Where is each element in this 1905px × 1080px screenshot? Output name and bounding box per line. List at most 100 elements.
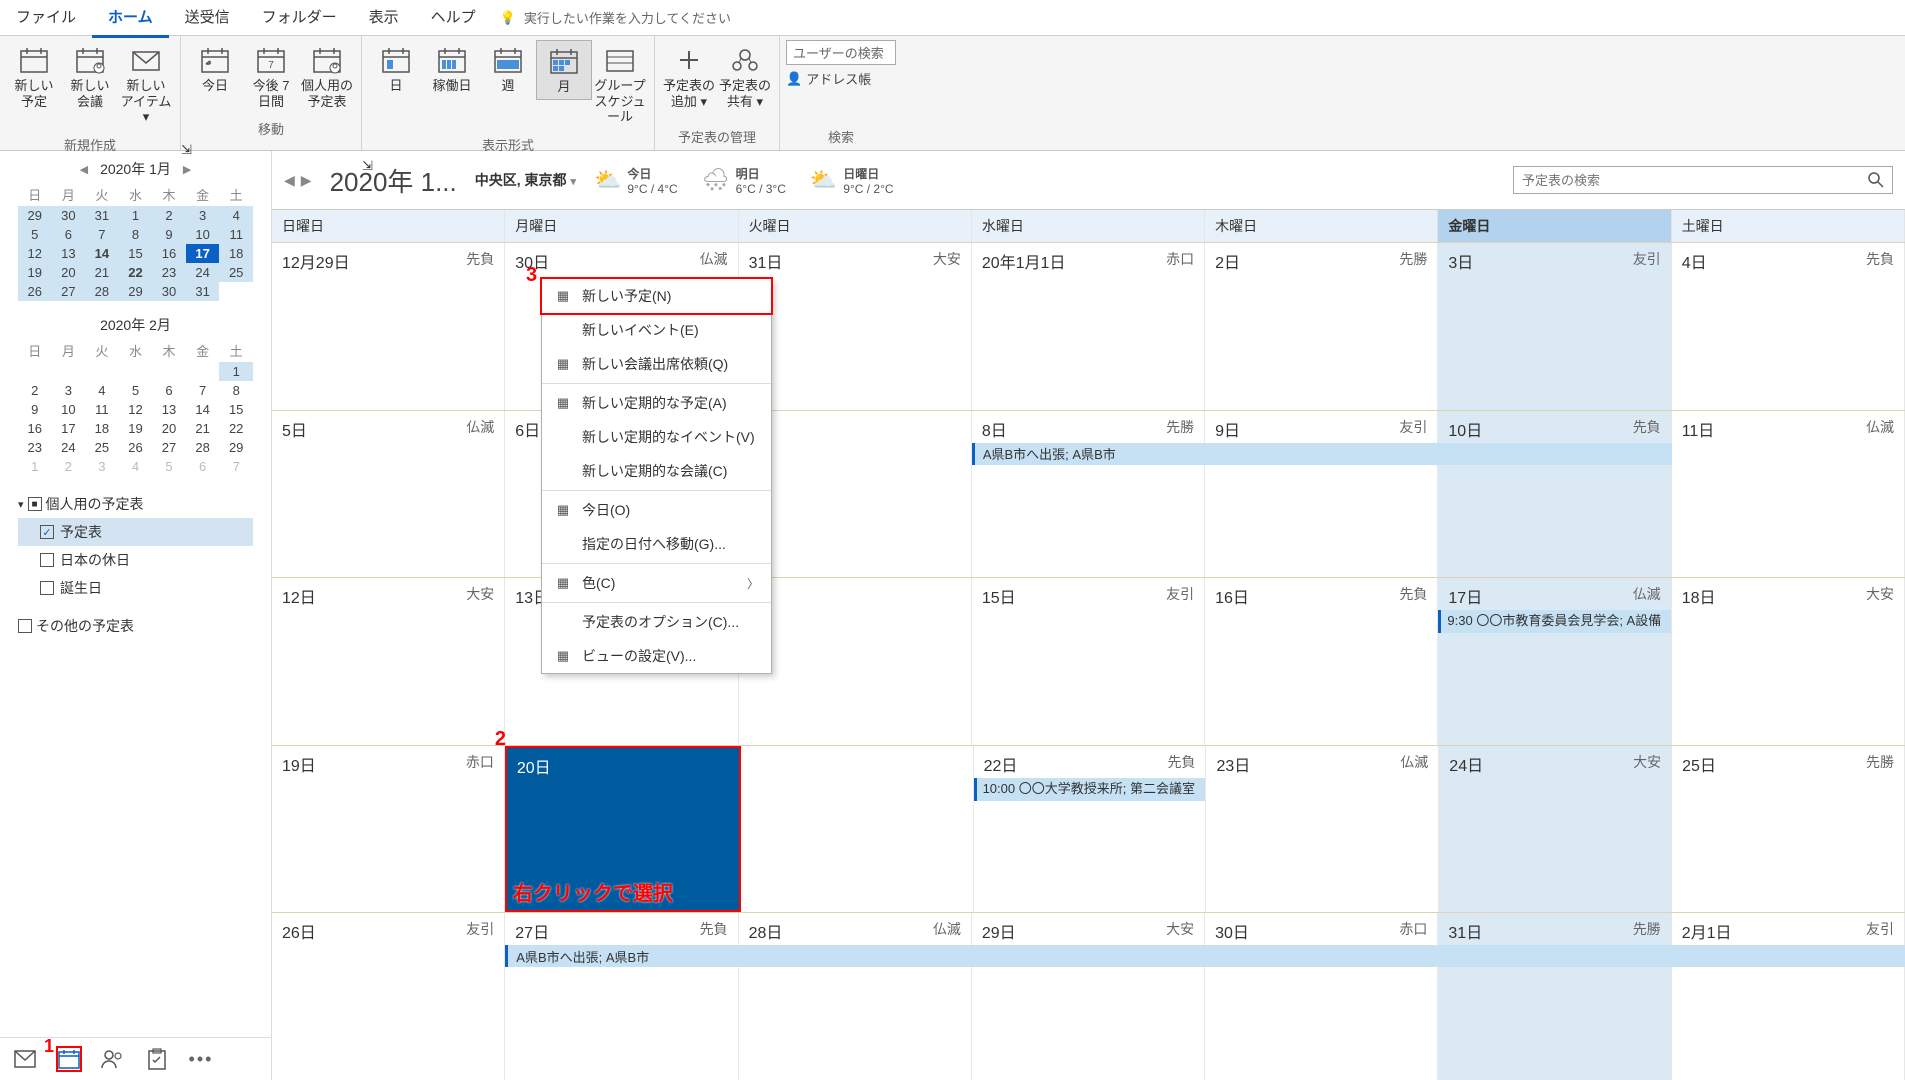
day-cell[interactable]: 25日先勝	[1672, 746, 1905, 913]
mini-cal-day[interactable]: 28	[186, 438, 220, 457]
day-view[interactable]: 日	[368, 40, 424, 98]
mini-cal-day[interactable]: 15	[219, 400, 253, 419]
week-view[interactable]: 週	[480, 40, 536, 98]
day-cell[interactable]: 23日仏滅	[1206, 746, 1439, 913]
mini-cal-day[interactable]: 10	[186, 225, 220, 244]
context-menu[interactable]: ▦新しい予定(N)新しいイベント(E)▦新しい会議出席依頼(Q)▦新しい定期的な…	[541, 278, 772, 674]
mini-cal-day[interactable]: 26	[18, 282, 52, 301]
mini-calendar-feb[interactable]: 2020年 2月日月火水木金土1234567891011121314151617…	[18, 315, 253, 476]
mini-cal-day[interactable]: 16	[18, 419, 52, 438]
day-cell[interactable]: 5日仏滅	[272, 411, 505, 578]
today[interactable]: 今日	[187, 40, 243, 98]
mini-cal-day[interactable]: 14	[85, 244, 119, 263]
day-cell[interactable]: 28日仏滅	[739, 913, 972, 1080]
weather-1[interactable]: 🌨明日6°C / 3°C	[702, 165, 786, 196]
mini-cal-day[interactable]: 23	[18, 438, 52, 457]
new-items[interactable]: 新しい アイテム ▾	[118, 40, 174, 129]
calendar-nav-icon[interactable]	[56, 1046, 82, 1072]
search-icon[interactable]	[1868, 172, 1884, 188]
context-menu-item[interactable]: ▦色(C)〉	[542, 566, 771, 600]
mini-cal-day[interactable]: 6	[186, 457, 220, 476]
context-menu-item[interactable]: ▦ビューの設定(V)...	[542, 639, 771, 673]
month-view[interactable]: 月	[536, 40, 592, 100]
checkbox-icon[interactable]	[40, 553, 54, 567]
calendar-item[interactable]: 誕生日	[18, 574, 253, 602]
prev-period-button[interactable]: ◀	[284, 172, 295, 189]
mini-cal-day[interactable]: 9	[18, 400, 52, 419]
menu-tab-ファイル[interactable]: ファイル	[0, 0, 92, 38]
mini-cal-day[interactable]: 18	[219, 244, 253, 263]
calendar-event[interactable]: 9:30 〇〇市教育委員会見学会; A設備	[1438, 610, 1670, 633]
mini-cal-day[interactable]: 25	[85, 438, 119, 457]
mini-cal-day[interactable]: 14	[186, 400, 220, 419]
mini-cal-day[interactable]: 15	[119, 244, 153, 263]
checkbox-icon[interactable]	[40, 581, 54, 595]
mini-cal-day[interactable]: 5	[18, 225, 52, 244]
day-cell[interactable]: 24日大安	[1439, 746, 1672, 913]
mini-cal-day[interactable]: 17	[52, 419, 86, 438]
day-cell[interactable]: 3日友引	[1438, 243, 1671, 410]
mini-cal-day[interactable]: 25	[219, 263, 253, 282]
calendar-group-personal[interactable]: ▾ ■ 個人用の予定表	[18, 490, 253, 518]
menu-tab-フォルダー[interactable]: フォルダー	[246, 0, 353, 38]
mini-calendar-jan[interactable]: ◀2020年 1月▶日月火水木金土29303112345678910111213…	[18, 159, 253, 301]
calendar-span-event[interactable]: A県B市へ出張; A県B市	[972, 443, 1672, 465]
more-nav-icon[interactable]: •••	[188, 1046, 214, 1072]
mini-cal-day[interactable]: 23	[152, 263, 186, 282]
day-cell[interactable]: 12日大安	[272, 578, 505, 745]
mini-cal-day[interactable]: 12	[18, 244, 52, 263]
mini-cal-day[interactable]: 13	[52, 244, 86, 263]
mini-cal-day[interactable]: 30	[152, 282, 186, 301]
context-menu-item[interactable]: 新しいイベント(E)	[542, 313, 771, 347]
user-search-input[interactable]: ユーザーの検索	[786, 40, 896, 65]
day-cell[interactable]: 8日先勝	[972, 411, 1205, 578]
add-calendar[interactable]: 予定表の 追加 ▾	[661, 40, 717, 113]
mini-cal-day[interactable]: 12	[119, 400, 153, 419]
day-cell[interactable]: 15日友引	[972, 578, 1205, 745]
share-calendar[interactable]: 予定表の 共有 ▾	[717, 40, 773, 113]
new-appointment[interactable]: 新しい 予定	[6, 40, 62, 113]
menu-tab-ヘルプ[interactable]: ヘルプ	[415, 0, 492, 38]
mini-cal-day[interactable]: 18	[85, 419, 119, 438]
next-month-icon[interactable]: ▶	[177, 163, 197, 176]
weather-0[interactable]: ⛅今日9°C / 4°C	[594, 165, 678, 196]
mini-cal-day[interactable]: 2	[152, 206, 186, 225]
menu-tab-送受信[interactable]: 送受信	[169, 0, 246, 38]
context-menu-item[interactable]: ▦新しい会議出席依頼(Q)	[542, 347, 771, 381]
weather-2[interactable]: ⛅日曜日9°C / 2°C	[810, 165, 894, 196]
mini-cal-day[interactable]	[52, 362, 86, 381]
mini-cal-day[interactable]: 24	[52, 438, 86, 457]
context-menu-item[interactable]: 新しい定期的なイベント(V)	[542, 420, 771, 454]
mini-cal-day[interactable]: 9	[152, 225, 186, 244]
mini-cal-day[interactable]: 11	[85, 400, 119, 419]
day-cell[interactable]: 19日赤口	[272, 746, 505, 913]
day-cell[interactable]: 11日仏滅	[1672, 411, 1905, 578]
context-menu-item[interactable]: 予定表のオプション(C)...	[542, 605, 771, 639]
mini-cal-day[interactable]: 24	[186, 263, 220, 282]
mini-cal-day[interactable]	[18, 362, 52, 381]
mini-cal-day[interactable]: 3	[52, 381, 86, 400]
mini-cal-day[interactable]: 5	[152, 457, 186, 476]
mini-cal-day[interactable]	[119, 362, 153, 381]
day-cell[interactable]: 17日仏滅9:30 〇〇市教育委員会見学会; A設備	[1438, 578, 1671, 745]
day-cell[interactable]: 16日先負	[1205, 578, 1438, 745]
context-menu-item[interactable]: ▦新しい予定(N)	[540, 277, 773, 315]
day-cell[interactable]: 10日先負	[1438, 411, 1671, 578]
calendar-search[interactable]	[1513, 166, 1893, 194]
group-schedule[interactable]: グループ スケジュール	[592, 40, 648, 129]
mini-cal-day[interactable]: 7	[85, 225, 119, 244]
mini-cal-day[interactable]: 4	[219, 206, 253, 225]
mini-cal-day[interactable]: 6	[52, 225, 86, 244]
checkbox-icon[interactable]	[18, 619, 32, 633]
mini-cal-day[interactable]: 21	[85, 263, 119, 282]
mini-cal-day[interactable]: 19	[119, 419, 153, 438]
workweek-view[interactable]: 稼働日	[424, 40, 480, 98]
mini-cal-day[interactable]	[152, 362, 186, 381]
menu-tab-表示[interactable]: 表示	[353, 0, 415, 38]
calendar-search-input[interactable]	[1522, 173, 1868, 188]
new-meeting[interactable]: 新しい 会議	[62, 40, 118, 113]
location-picker[interactable]: 中央区, 東京都 ▾	[475, 170, 576, 190]
checkbox-icon[interactable]	[40, 525, 54, 539]
month-grid[interactable]: 12月29日先負30日仏滅31日大安20年1月1日赤口2日先勝3日友引4日先負5…	[272, 242, 1905, 1080]
mini-cal-day[interactable]: 3	[186, 206, 220, 225]
